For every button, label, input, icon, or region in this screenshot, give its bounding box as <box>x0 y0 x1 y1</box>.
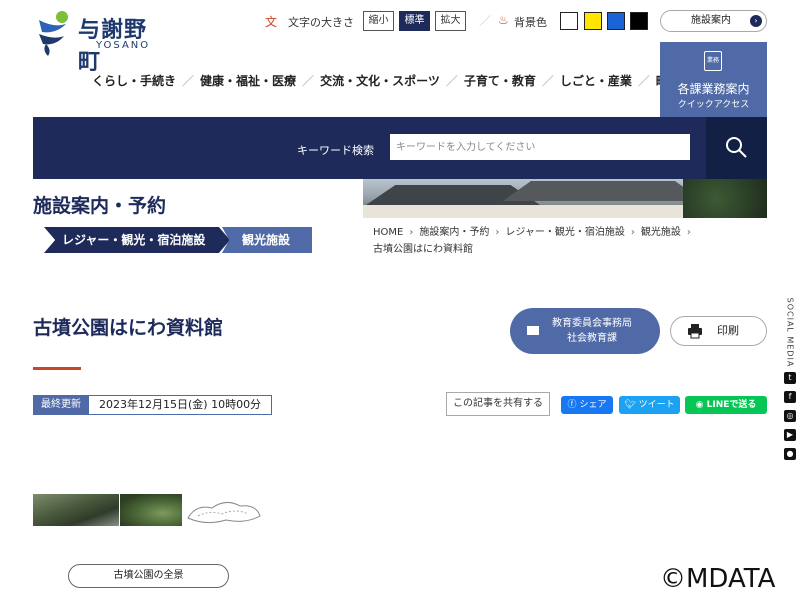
updated-date: 2023年12月15日(金) 10時00分 <box>89 395 273 415</box>
bg-white-swatch[interactable] <box>560 12 578 30</box>
print-label: 印刷 <box>717 324 739 337</box>
quick-access-title: 各課業務案内 <box>677 82 750 96</box>
share-line-button[interactable]: ◉ LINEで送る <box>685 396 767 414</box>
bg-black-swatch[interactable] <box>630 12 648 30</box>
facility-guide-link[interactable]: 施設案内 › <box>660 10 767 32</box>
font-size-icon: 文 <box>265 15 278 29</box>
nav-separator: ／ <box>637 74 650 88</box>
yosano-logo-icon <box>39 11 68 56</box>
search-label: キーワード検索 <box>297 144 374 157</box>
department-name: 教育委員会事務局 <box>552 318 632 329</box>
breadcrumb-home[interactable]: HOME <box>373 227 403 238</box>
quick-access-subtitle: クイックアクセス <box>677 100 750 110</box>
breadcrumb-tourism[interactable]: 観光施設 <box>641 227 681 238</box>
social-media-label: SOCIAL MEDIA <box>785 297 795 368</box>
nav-separator: ／ <box>541 74 554 88</box>
document-icon: 業務 <box>704 51 722 71</box>
hero-image <box>363 179 767 218</box>
section-name: 社会教育課 <box>567 333 617 344</box>
droplet-icon: ♨ <box>498 13 509 27</box>
font-small-button[interactable]: 縮小 <box>363 11 394 31</box>
nav-item-education[interactable]: 子育て・教育 <box>464 72 536 89</box>
share-facebook-button[interactable]: ⓕ シェア <box>561 396 613 414</box>
bg-yellow-swatch[interactable] <box>584 12 602 30</box>
mail-icon <box>527 326 539 335</box>
page-title: 古墳公園はにわ資料館 <box>33 317 224 339</box>
youtube-icon[interactable]: ▶ <box>784 429 796 441</box>
facility-guide-label: 施設案内 <box>691 15 731 26</box>
nav-separator: ／ <box>302 74 315 88</box>
map-thumbnail[interactable] <box>182 494 264 526</box>
search-input[interactable] <box>390 134 690 160</box>
twitter-icon: 🐦︎ <box>624 400 636 410</box>
photo-thumbnail[interactable] <box>33 494 119 526</box>
photo-caption[interactable]: 古墳公園の全景 <box>68 564 229 588</box>
print-button[interactable]: 印刷 <box>670 316 767 346</box>
nav-item-living[interactable]: くらし・手続き <box>92 72 176 89</box>
last-updated: 最終更新 2023年12月15日(金) 10時00分 <box>33 395 273 415</box>
line-icon: ◉ <box>695 400 704 410</box>
quick-access-button[interactable]: 業務 各課業務案内 クイックアクセス <box>660 42 767 117</box>
watermark: ©MDATA <box>660 564 776 594</box>
subcategory-tag[interactable]: 観光施設 <box>222 227 312 253</box>
nav-separator: ／ <box>445 74 458 88</box>
bg-color-label: 背景色 <box>514 16 547 29</box>
breadcrumb-current: 古墳公園はにわ資料館 <box>373 244 473 255</box>
instagram-icon[interactable]: ◎ <box>784 410 796 422</box>
nav-item-culture[interactable]: 交流・文化・スポーツ <box>320 72 440 89</box>
printer-icon <box>688 324 702 339</box>
line-icon[interactable]: ● <box>784 448 796 460</box>
main-nav: くらし・手続き ／ 健康・福祉・医療 ／ 交流・文化・スポーツ ／ 子育て・教育… <box>92 72 680 89</box>
breadcrumb-leisure[interactable]: レジャー・観光・宿泊施設 <box>505 227 625 238</box>
breadcrumb: HOME › 施設案内・予約 › レジャー・観光・宿泊施設 › 観光施設 › 古墳公園はにわ資… <box>363 218 767 260</box>
nav-separator: ／ <box>182 74 195 88</box>
breadcrumb-facility[interactable]: 施設案内・予約 <box>419 227 489 238</box>
bg-blue-swatch[interactable] <box>607 12 625 30</box>
updated-label: 最終更新 <box>33 395 89 415</box>
share-label: この記事を共有する <box>446 392 550 416</box>
nav-item-health[interactable]: 健康・福祉・医療 <box>200 72 296 89</box>
department-contact-button[interactable]: 教育委員会事務局 社会教育課 <box>510 308 660 354</box>
facebook-icon[interactable]: f <box>784 391 796 403</box>
divider: ／ <box>479 14 492 28</box>
search-button[interactable] <box>706 117 767 179</box>
section-title: 施設案内・予約 <box>33 195 167 217</box>
facebook-icon: ⓕ <box>567 400 577 410</box>
font-size-label: 文字の大きさ <box>288 16 354 29</box>
nav-item-work[interactable]: しごと・産業 <box>560 72 632 89</box>
logo-subtext: YOSANO <box>96 40 151 51</box>
twitter-icon[interactable]: t <box>784 372 796 384</box>
title-underline <box>33 367 81 370</box>
category-tag[interactable]: レジャー・観光・宿泊施設 <box>44 227 230 253</box>
search-icon <box>726 137 747 158</box>
font-large-button[interactable]: 拡大 <box>435 11 466 31</box>
chevron-right-icon: › <box>750 15 762 27</box>
share-twitter-button[interactable]: 🐦︎ ツイート <box>619 396 680 414</box>
site-logo[interactable]: 与謝野町 YOSANO <box>36 8 166 75</box>
font-standard-button[interactable]: 標準 <box>399 11 430 31</box>
